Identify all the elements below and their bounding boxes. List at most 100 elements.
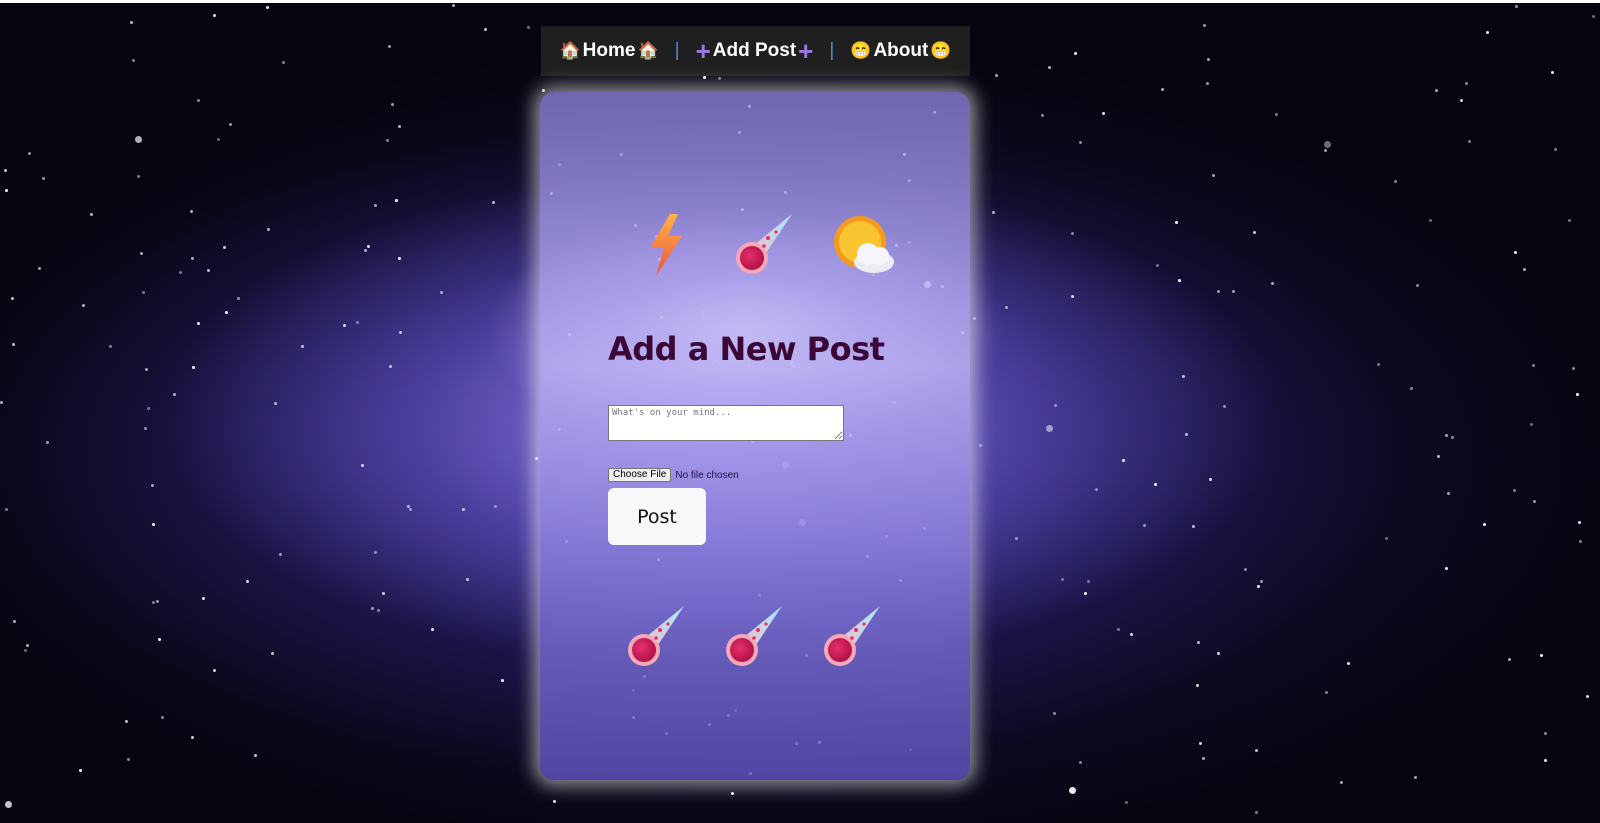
star	[1048, 66, 1051, 69]
star	[553, 800, 556, 803]
star	[703, 76, 706, 79]
star	[1325, 691, 1328, 694]
star	[995, 74, 998, 77]
choose-file-button[interactable]: Choose File	[608, 468, 672, 482]
star	[382, 592, 385, 595]
star	[1122, 459, 1125, 462]
star	[152, 601, 155, 604]
star	[90, 213, 93, 216]
top-nav: 🏠 Home 🏠 | + Add Post + | 😁 About 😁	[541, 26, 970, 76]
star	[1435, 89, 1438, 92]
star	[1515, 5, 1518, 8]
plus-icon: +	[798, 36, 814, 66]
star	[0, 401, 3, 404]
star	[1451, 436, 1454, 439]
top-border	[0, 0, 1600, 3]
comet-icon	[720, 602, 790, 672]
star	[5, 189, 8, 192]
nav-home-link[interactable]: 🏠 Home 🏠	[560, 40, 659, 62]
star	[173, 393, 176, 396]
star	[161, 716, 164, 719]
post-content-textarea[interactable]	[608, 405, 844, 441]
star	[1223, 405, 1226, 408]
star	[279, 553, 282, 556]
star	[38, 267, 41, 270]
star	[1253, 231, 1256, 234]
star	[1533, 500, 1536, 503]
comet-icon	[730, 210, 800, 280]
nav-add-post-label: Add Post	[712, 40, 797, 61]
star	[1255, 811, 1258, 814]
star	[1125, 801, 1128, 804]
star	[1592, 15, 1595, 18]
star	[5, 508, 8, 511]
star	[1046, 425, 1053, 432]
star	[1414, 776, 1417, 779]
star	[1130, 633, 1133, 636]
star	[343, 324, 346, 327]
star	[1182, 375, 1185, 378]
star	[1079, 761, 1082, 764]
star	[1071, 295, 1074, 298]
star	[217, 138, 220, 141]
star	[1196, 684, 1199, 687]
nav-add-post-link[interactable]: + Add Post +	[696, 36, 814, 66]
star	[142, 291, 145, 294]
star	[213, 669, 216, 672]
star	[207, 269, 210, 272]
star	[1554, 148, 1557, 151]
star	[202, 597, 205, 600]
lightning-icon	[632, 210, 702, 280]
comet-icon	[818, 602, 888, 672]
star	[1447, 492, 1450, 495]
nav-about-link[interactable]: 😁 About 😁	[850, 40, 951, 62]
nav-about-label: About	[873, 40, 929, 61]
star	[356, 321, 359, 324]
star	[1465, 82, 1468, 85]
star	[1429, 219, 1432, 222]
star	[1578, 521, 1581, 524]
star	[197, 99, 200, 102]
top-decoration-row	[632, 210, 898, 280]
star	[179, 271, 182, 274]
star	[1385, 537, 1388, 540]
star	[13, 620, 16, 623]
star	[237, 297, 240, 300]
sun-behind-cloud-icon	[828, 210, 898, 280]
star	[190, 210, 193, 213]
star	[223, 246, 226, 249]
post-submit-button[interactable]: Post	[608, 488, 706, 545]
star	[1005, 306, 1008, 309]
star	[1445, 567, 1448, 570]
star	[386, 139, 389, 142]
star	[1217, 290, 1220, 293]
star	[1410, 387, 1413, 390]
star	[1054, 404, 1057, 407]
star	[1199, 742, 1202, 745]
star	[266, 6, 269, 9]
star	[1175, 221, 1178, 224]
star	[979, 444, 982, 447]
star	[501, 679, 504, 682]
star	[1275, 113, 1278, 116]
star	[398, 257, 401, 260]
star	[484, 28, 487, 31]
star	[1185, 433, 1188, 436]
star	[1207, 58, 1210, 61]
star	[1324, 141, 1331, 148]
star	[225, 311, 228, 314]
nav-separator: |	[829, 40, 835, 61]
star	[377, 609, 380, 612]
star	[1340, 781, 1343, 784]
star	[26, 644, 29, 647]
star	[1544, 759, 1547, 762]
star	[364, 249, 367, 252]
star	[388, 45, 391, 48]
star	[731, 792, 734, 795]
star	[1041, 114, 1044, 117]
star	[452, 4, 455, 7]
star	[1508, 658, 1511, 661]
star	[361, 464, 364, 467]
star	[1192, 525, 1195, 528]
file-status-text: No file chosen	[675, 469, 739, 481]
